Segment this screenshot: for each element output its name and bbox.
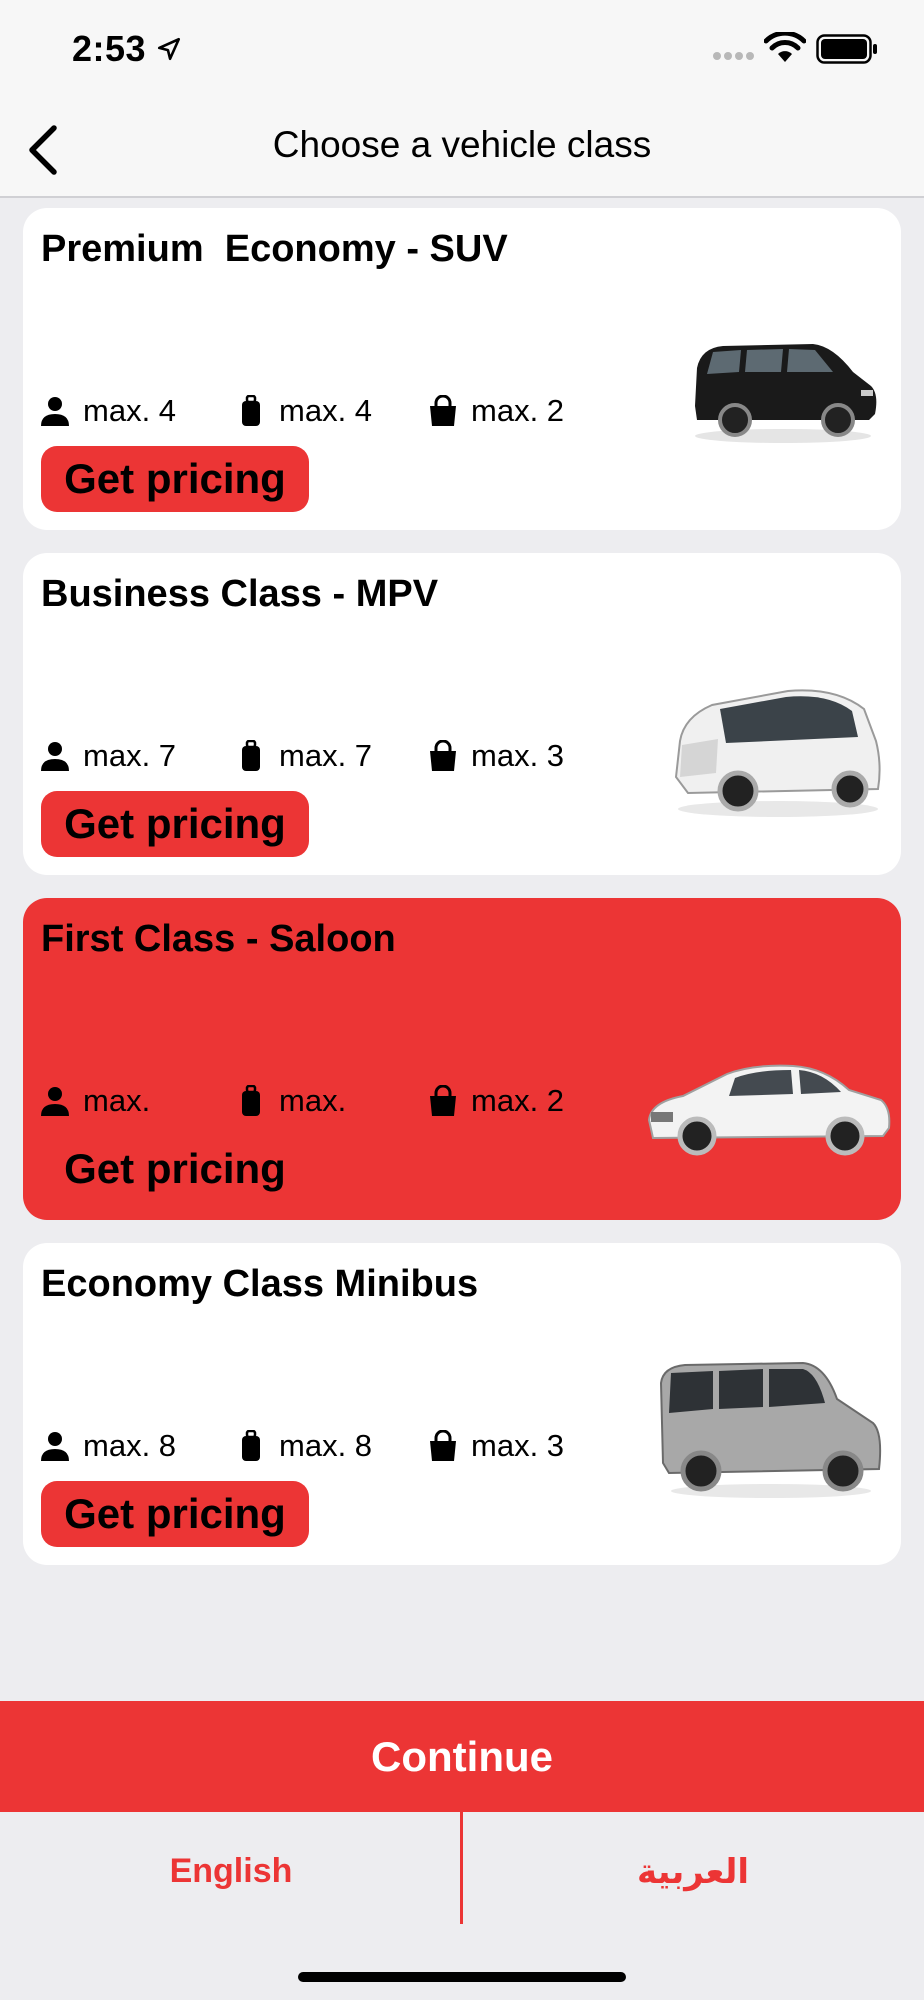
continue-button[interactable]: Continue: [0, 1701, 924, 1812]
vehicle-title: Economy Class Minibus: [41, 1263, 479, 1305]
shopping-bag-icon: [430, 740, 456, 771]
cellular-signal-icon: [713, 52, 754, 60]
vehicle-card[interactable]: Business Class - MPV max. 7 max. 7 max. …: [23, 553, 901, 875]
vehicle-specs: max. 4 max. 4 max. 2: [39, 391, 599, 431]
vehicle-specs: max. 8 max. 8 max. 3: [39, 1426, 599, 1466]
passenger-capacity: max. 4: [39, 391, 176, 431]
bag-max: max. 3: [471, 1428, 565, 1463]
vehicle-title: First Class - Saloon: [41, 918, 396, 960]
status-time: 2:53: [72, 28, 147, 69]
shopping-bag-icon: [430, 395, 456, 426]
arabic-language-button[interactable]: العربية: [462, 1852, 924, 1892]
get-pricing-button[interactable]: Get pricing: [41, 791, 309, 857]
vehicle-title: Business Class - MPV: [41, 573, 439, 615]
passenger-capacity: max.: [39, 1081, 150, 1121]
vehicle-class-list: Premium Economy - SUV max. 4 max. 4 max.…: [23, 208, 901, 1588]
passenger-capacity: max. 8: [39, 1426, 176, 1466]
suitcase-icon: [242, 1085, 260, 1116]
get-pricing-button[interactable]: Get pricing: [41, 1136, 309, 1202]
luggage-max: max. 8: [279, 1428, 373, 1463]
suv-car-image: [695, 344, 877, 443]
mpv-car-image: [674, 689, 881, 817]
vehicle-card[interactable]: Economy Class Minibus max. 8 max. 8 max.…: [23, 1243, 901, 1565]
luggage-max: max. 7: [279, 738, 373, 773]
vehicle-card[interactable]: Premium Economy - SUV max. 4 max. 4 max.…: [23, 208, 901, 530]
bag-max: max. 2: [471, 1083, 565, 1118]
wifi-icon: [764, 32, 806, 62]
minibus-car-image: [659, 1361, 882, 1498]
passenger-max: max. 8: [83, 1428, 177, 1463]
get-pricing-button[interactable]: Get pricing: [41, 1481, 309, 1547]
vehicle-card[interactable]: First Class - Saloon max. max. max. 2 Ge…: [23, 898, 901, 1220]
luggage-capacity: max. 7: [235, 736, 372, 776]
saloon-car-image: [647, 1064, 891, 1156]
passenger-max: max. 7: [83, 738, 177, 773]
bag-capacity: max. 3: [427, 1426, 564, 1466]
shopping-bag-icon: [430, 1085, 456, 1116]
vehicle-specs: max. 7 max. 7 max. 3: [39, 736, 599, 776]
person-icon: [41, 397, 69, 426]
bag-capacity: max. 2: [427, 1081, 564, 1121]
location-arrow-icon: [157, 37, 181, 61]
shopping-bag-icon: [430, 1430, 456, 1461]
luggage-capacity: max. 8: [235, 1426, 372, 1466]
luggage-capacity: max.: [235, 1081, 346, 1121]
passenger-max: max. 4: [83, 393, 177, 428]
bag-capacity: max. 3: [427, 736, 564, 776]
vehicle-specs: max. max. max. 2: [39, 1081, 599, 1121]
suitcase-icon: [242, 1430, 260, 1461]
home-indicator: [298, 1972, 626, 1982]
passenger-capacity: max. 7: [39, 736, 176, 776]
navigation-bar: Choose a vehicle class: [0, 100, 924, 198]
bag-max: max. 3: [471, 738, 565, 773]
person-icon: [41, 1432, 69, 1461]
luggage-max: max.: [279, 1083, 347, 1118]
english-language-button[interactable]: English: [0, 1852, 462, 1891]
vehicle-title: Premium Economy - SUV: [41, 228, 508, 270]
luggage-max: max. 4: [279, 393, 373, 428]
person-icon: [41, 1087, 69, 1116]
suitcase-icon: [242, 395, 260, 426]
page-title: Choose a vehicle class: [272, 124, 652, 165]
get-pricing-button[interactable]: Get pricing: [41, 446, 309, 512]
suitcase-icon: [242, 740, 260, 771]
person-icon: [41, 742, 69, 771]
passenger-max: max.: [83, 1083, 151, 1118]
bag-capacity: max. 2: [427, 391, 564, 431]
bag-max: max. 2: [471, 393, 565, 428]
luggage-capacity: max. 4: [235, 391, 372, 431]
status-bar: 2:53: [0, 0, 924, 100]
battery-icon: [816, 34, 877, 64]
